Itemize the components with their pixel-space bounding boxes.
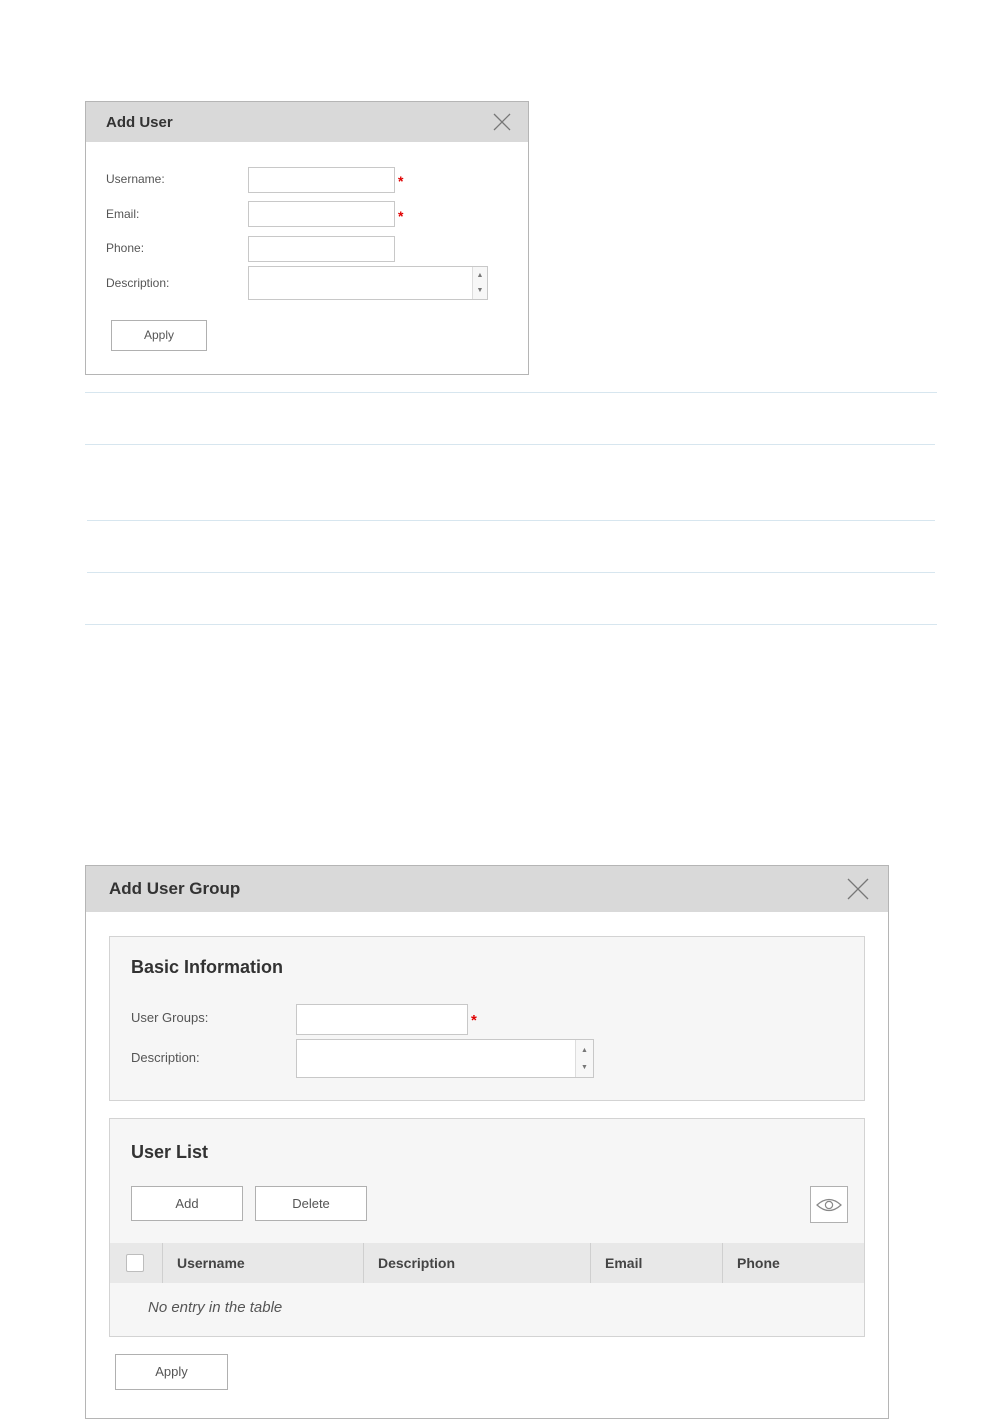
select-all-checkbox[interactable]: [126, 1254, 144, 1272]
required-mark: *: [398, 173, 404, 189]
column-header-description[interactable]: Description: [363, 1243, 590, 1283]
username-input[interactable]: [248, 167, 395, 193]
textarea-scrollbar[interactable]: ▲ ▼: [472, 267, 487, 299]
user-groups-input[interactable]: [296, 1004, 468, 1035]
textarea-scrollbar[interactable]: ▲ ▼: [575, 1040, 593, 1077]
column-header-username[interactable]: Username: [162, 1243, 363, 1283]
dialog-title: Add User: [106, 114, 173, 131]
column-visibility-button[interactable]: [810, 1186, 848, 1223]
dialog-title: Add User Group: [109, 879, 241, 898]
description-label: Description:: [131, 1050, 200, 1065]
section-title: Basic Information: [131, 957, 284, 977]
close-button[interactable]: [846, 877, 870, 901]
dialog-header: Add User Group: [86, 866, 888, 912]
divider-line: [87, 520, 935, 521]
section-title: User List: [131, 1142, 209, 1162]
phone-label: Phone:: [106, 241, 145, 255]
apply-button[interactable]: Apply: [111, 320, 207, 351]
delete-button[interactable]: Delete: [255, 1186, 367, 1221]
divider-line: [85, 624, 937, 625]
empty-table-message: No entry in the table: [148, 1299, 283, 1316]
divider-line: [87, 572, 935, 573]
phone-input[interactable]: [248, 236, 395, 262]
column-header-phone[interactable]: Phone: [722, 1243, 864, 1283]
description-textarea[interactable]: ▲ ▼: [296, 1039, 594, 1078]
user-groups-label: User Groups:: [131, 1010, 209, 1025]
add-user-dialog: Add User Username: * Email: * Phone: Des…: [85, 101, 529, 375]
close-icon: [847, 878, 869, 900]
apply-button[interactable]: Apply: [115, 1354, 228, 1390]
divider-line: [85, 392, 937, 393]
add-button[interactable]: Add: [131, 1186, 243, 1221]
spin-down-icon[interactable]: ▼: [473, 287, 487, 295]
close-button[interactable]: [492, 112, 512, 132]
close-icon: [493, 113, 511, 131]
dialog-header: Add User: [86, 102, 528, 142]
spin-down-icon[interactable]: ▼: [576, 1064, 593, 1072]
divider-line: [85, 444, 935, 445]
column-header-email[interactable]: Email: [590, 1243, 722, 1283]
user-list-panel: User List Add Delete Username Descriptio…: [109, 1118, 865, 1337]
email-input[interactable]: [248, 201, 395, 227]
username-label: Username:: [106, 172, 165, 186]
description-textarea[interactable]: ▲ ▼: [248, 266, 488, 300]
description-label: Description:: [106, 276, 170, 290]
required-mark: *: [398, 208, 404, 224]
email-label: Email:: [106, 207, 140, 221]
add-user-group-dialog: Add User Group Basic Information User Gr…: [85, 865, 889, 1419]
spin-up-icon[interactable]: ▲: [576, 1047, 593, 1055]
eye-icon: [816, 1198, 842, 1212]
basic-information-panel: Basic Information User Groups: * Descrip…: [109, 936, 865, 1101]
required-mark: *: [471, 1012, 477, 1029]
spin-up-icon[interactable]: ▲: [473, 272, 487, 280]
select-all-cell: [110, 1243, 162, 1283]
table-header: Username Description Email Phone: [110, 1243, 864, 1283]
